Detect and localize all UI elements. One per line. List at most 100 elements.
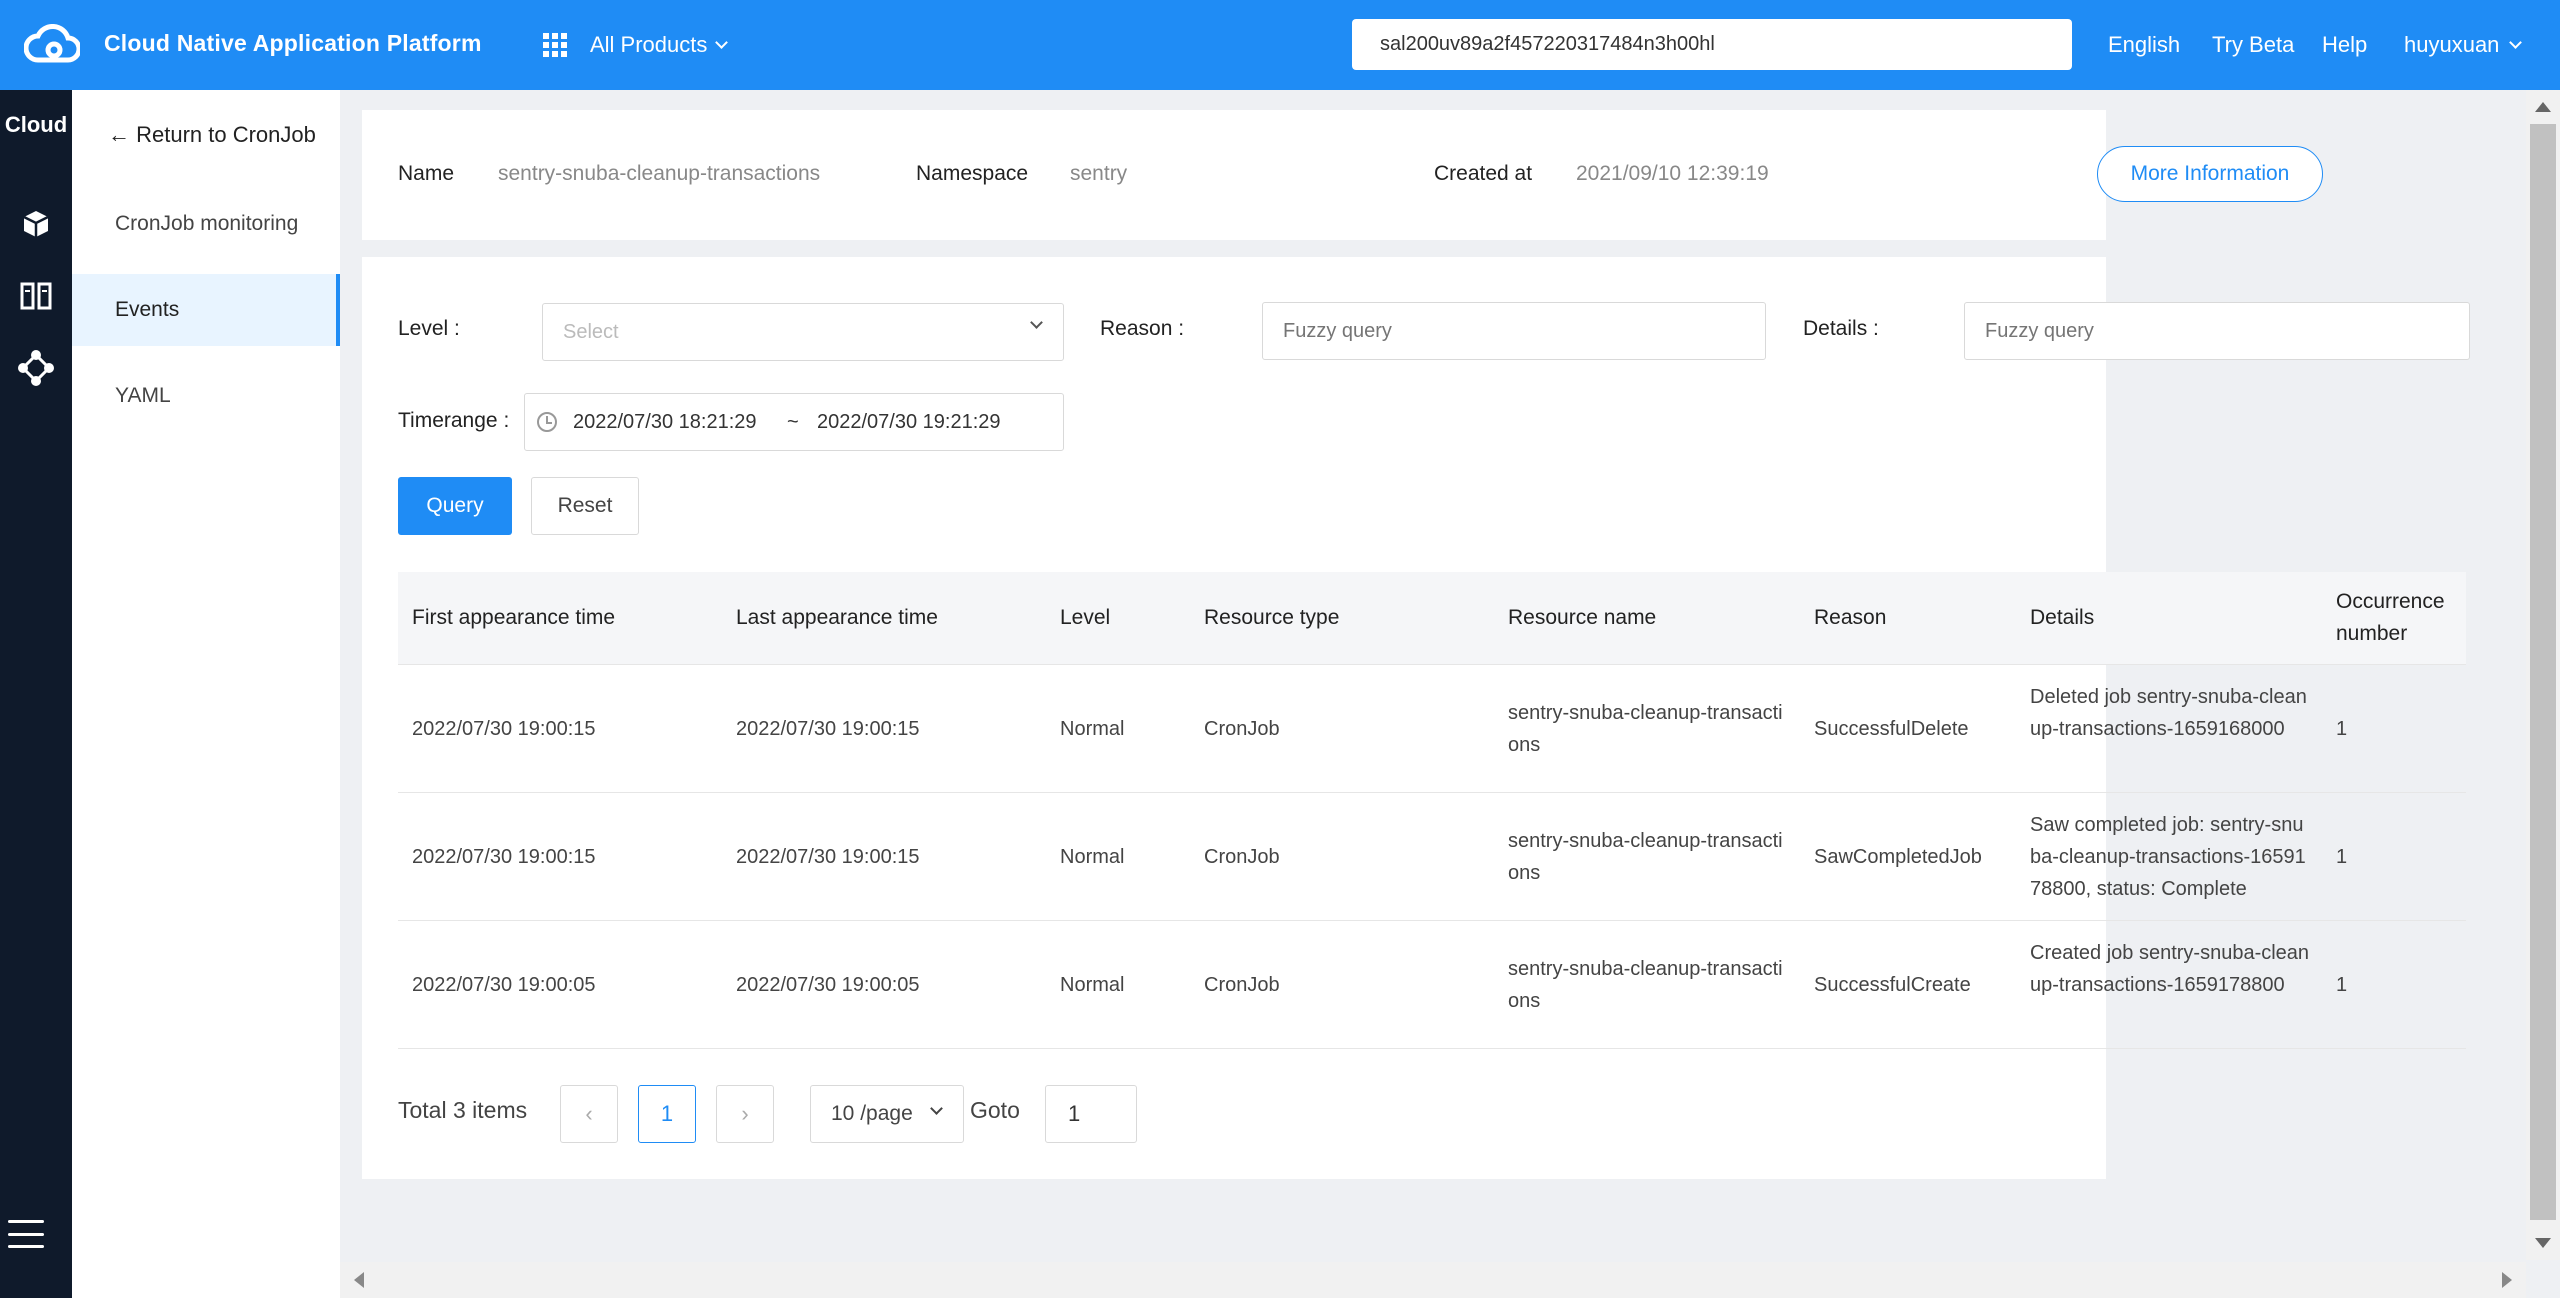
cell-reason: SuccessfulCreate: [1814, 974, 1971, 996]
app-title: Cloud Native Application Platform: [104, 30, 482, 56]
table-row: 2022/07/30 19:00:05 2022/07/30 19:00:05 …: [398, 921, 2466, 1049]
cell-resource-type: CronJob: [1204, 718, 1280, 740]
reset-button[interactable]: Reset: [531, 477, 639, 535]
menu-icon[interactable]: [8, 1220, 44, 1248]
page-size-value: 10 /page: [831, 1102, 913, 1125]
top-bar: Cloud Native Application Platform All Pr…: [0, 0, 2560, 90]
sidebar-item-yaml[interactable]: YAML: [72, 360, 340, 432]
cell-resource-type: CronJob: [1204, 974, 1280, 996]
columns-icon[interactable]: [16, 276, 56, 316]
table-header: First appearance time Last appearance ti…: [398, 572, 2466, 665]
reason-input[interactable]: [1262, 302, 1766, 360]
name-value: sentry-snuba-cleanup-transactions: [498, 162, 821, 185]
cell-resource-name: sentry-snuba-cleanup-transactions: [1508, 830, 1783, 884]
level-select[interactable]: Select: [542, 303, 1064, 361]
horizontal-scrollbar[interactable]: [340, 1262, 2526, 1298]
all-products-label: All Products: [590, 32, 708, 57]
network-icon[interactable]: [16, 348, 56, 388]
cell-occurrence: 1: [2336, 846, 2348, 868]
time-separator: ~: [787, 411, 799, 433]
rail-cloud-label: Cloud: [4, 112, 68, 137]
chevron-down-icon: [930, 1102, 943, 1115]
cell-reason: SawCompletedJob: [1814, 846, 1982, 868]
pagination-total: Total 3 items: [398, 1097, 528, 1123]
cell-occurrence: 1: [2336, 974, 2348, 996]
apps-grid-icon[interactable]: [543, 33, 567, 57]
cell-details: Created job sentry-snuba-cleanup-transac…: [2030, 942, 2310, 996]
secondary-sidebar: ← Return to CronJob CronJob monitoring E…: [72, 90, 340, 1298]
more-information-button[interactable]: More Information: [2097, 146, 2323, 202]
cell-resource-type: CronJob: [1204, 846, 1280, 868]
chevron-down-icon: [1030, 316, 1043, 329]
timerange-label: Timerange :: [398, 409, 510, 432]
cell-level: Normal: [1060, 974, 1125, 996]
help-link[interactable]: Help: [2322, 32, 2367, 58]
cloud-logo-icon[interactable]: [24, 24, 80, 66]
scroll-up-icon[interactable]: [2535, 102, 2551, 112]
username: huyuxuan: [2404, 32, 2500, 57]
namespace-value: sentry: [1070, 162, 1128, 185]
created-at-label: Created at: [1434, 162, 1533, 185]
goto-label: Goto: [970, 1097, 1020, 1123]
query-button[interactable]: Query: [398, 477, 512, 535]
sidebar-item-cronjob-monitoring[interactable]: CronJob monitoring: [72, 188, 340, 260]
chevron-down-icon: [715, 35, 729, 49]
created-at-value: 2021/09/10 12:39:19: [1576, 162, 1769, 185]
cell-details: Saw completed job: sentry-snuba-cleanup-…: [2030, 814, 2306, 900]
events-panel: Level : Select Reason : Details : Timera…: [362, 257, 2470, 1179]
user-menu[interactable]: huyuxuan: [2404, 32, 2523, 58]
col-level[interactable]: Level: [1060, 602, 1110, 634]
col-last-appearance[interactable]: Last appearance time: [736, 602, 938, 634]
timerange-picker[interactable]: 2022/07/30 18:21:29 ~ 2022/07/30 19:21:2…: [524, 393, 1064, 451]
goto-page-input[interactable]: [1045, 1085, 1137, 1143]
try-beta-link[interactable]: Try Beta: [2212, 32, 2294, 58]
scroll-down-icon[interactable]: [2535, 1238, 2551, 1248]
all-products-dropdown[interactable]: All Products: [590, 32, 729, 58]
info-panel: Name sentry-snuba-cleanup-transactions N…: [362, 110, 2323, 240]
cell-reason: SuccessfulDelete: [1814, 718, 1969, 740]
next-page-button[interactable]: ›: [716, 1085, 774, 1143]
namespace-label: Namespace: [916, 162, 1029, 185]
cell-level: Normal: [1060, 718, 1125, 740]
col-first-appearance[interactable]: First appearance time: [412, 602, 615, 634]
cell-resource-name: sentry-snuba-cleanup-transactions: [1508, 702, 1783, 756]
details-label: Details :: [1803, 317, 1879, 340]
col-details[interactable]: Details: [2030, 602, 2094, 634]
cell-occurrence: 1: [2336, 718, 2348, 740]
col-resource-name[interactable]: Resource name: [1508, 602, 1656, 634]
page-1-button[interactable]: 1: [638, 1085, 696, 1143]
clock-icon: [537, 412, 557, 432]
cell-last-time: 2022/07/30 19:00:05: [736, 974, 920, 996]
cell-level: Normal: [1060, 846, 1125, 868]
scroll-right-icon[interactable]: [2502, 1272, 2512, 1288]
level-select-placeholder: Select: [563, 321, 619, 343]
details-input[interactable]: [1964, 302, 2470, 360]
table-row: 2022/07/30 19:00:15 2022/07/30 19:00:15 …: [398, 665, 2466, 793]
cell-first-time: 2022/07/30 19:00:15: [412, 718, 596, 740]
cell-resource-name: sentry-snuba-cleanup-transactions: [1508, 958, 1783, 1012]
col-occurrence-number[interactable]: Occurrence number: [2336, 586, 2464, 650]
cell-last-time: 2022/07/30 19:00:15: [736, 718, 920, 740]
chevron-down-icon: [2509, 35, 2523, 49]
page-size-select[interactable]: 10 /page: [810, 1085, 964, 1143]
prev-page-button[interactable]: ‹: [560, 1085, 618, 1143]
table-row: 2022/07/30 19:00:15 2022/07/30 19:00:15 …: [398, 793, 2466, 921]
col-resource-type[interactable]: Resource type: [1204, 602, 1339, 634]
time-start: 2022/07/30 18:21:29: [573, 411, 757, 433]
col-reason[interactable]: Reason: [1814, 602, 1886, 634]
cell-last-time: 2022/07/30 19:00:15: [736, 846, 920, 868]
cube-icon[interactable]: [16, 204, 56, 244]
scroll-left-icon[interactable]: [354, 1272, 364, 1288]
cell-details: Deleted job sentry-snuba-cleanup-transac…: [2030, 686, 2307, 740]
cell-first-time: 2022/07/30 19:00:05: [412, 974, 596, 996]
return-to-cronjob-link[interactable]: ← Return to CronJob: [108, 122, 316, 148]
reason-label: Reason :: [1100, 317, 1185, 340]
language-link[interactable]: English: [2108, 32, 2180, 58]
vertical-scroll-thumb[interactable]: [2530, 124, 2556, 1220]
cell-first-time: 2022/07/30 19:00:15: [412, 846, 596, 868]
left-rail: Cloud: [0, 90, 72, 1298]
sidebar-item-events[interactable]: Events: [72, 274, 340, 346]
name-label: Name: [398, 162, 455, 185]
level-label: Level :: [398, 317, 460, 340]
search-input[interactable]: [1352, 19, 2072, 70]
